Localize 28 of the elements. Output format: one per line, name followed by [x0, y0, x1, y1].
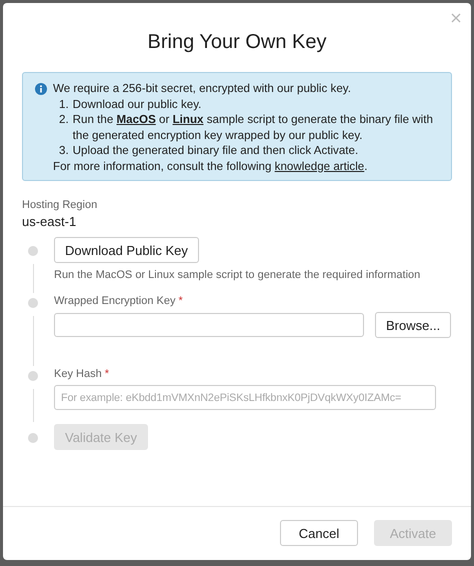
download-button[interactable]: Download Public Key	[54, 237, 199, 263]
step-dot	[28, 371, 38, 381]
link[interactable]: MacOS	[116, 113, 156, 126]
info-text: We require a 256-bit secret, encrypted with our public key.	[53, 81, 352, 96]
step-number: 1.	[59, 96, 69, 112]
link[interactable]: Linux	[172, 113, 204, 126]
info-text: Run the MacOS or Linux sample script to generate the binary file with the generated encryption key wrapped by our public key.	[72, 112, 434, 143]
info-icon	[35, 83, 47, 95]
info-text: Download our public key.	[72, 96, 202, 112]
field-label: Wrapped Encryption Key *	[54, 295, 184, 307]
field-label: Key Hash *	[54, 368, 110, 380]
step-number: 3.	[59, 143, 69, 158]
browse-button[interactable]: Browse...	[375, 312, 452, 338]
step-number: 2.	[59, 112, 69, 128]
step-dot	[28, 246, 38, 256]
link[interactable]: knowledge article	[274, 160, 364, 172]
close-icon[interactable]	[451, 13, 461, 23]
info-text: Upload the generated binary file and then click Activate.	[72, 143, 358, 158]
input-field[interactable]: For example: eKbdd1mVMXnN2ePiSKsLHfkbnxK0PjDVqkWXy0IZAMc=	[54, 385, 436, 410]
step-dot	[28, 433, 38, 443]
input-field[interactable]	[54, 313, 364, 337]
dialog-title: Bring Your Own Key	[146, 31, 328, 54]
region-value: us-east-1	[22, 214, 78, 229]
region-label: Hosting Region	[22, 199, 98, 211]
info-text: For more information, consult the following knowledge article.	[53, 158, 368, 174]
cancel-button[interactable]: Cancel	[280, 520, 358, 546]
helper-text: Run the MacOS or Linux sample script to generate the required information	[54, 269, 422, 281]
step-dot	[28, 298, 38, 308]
